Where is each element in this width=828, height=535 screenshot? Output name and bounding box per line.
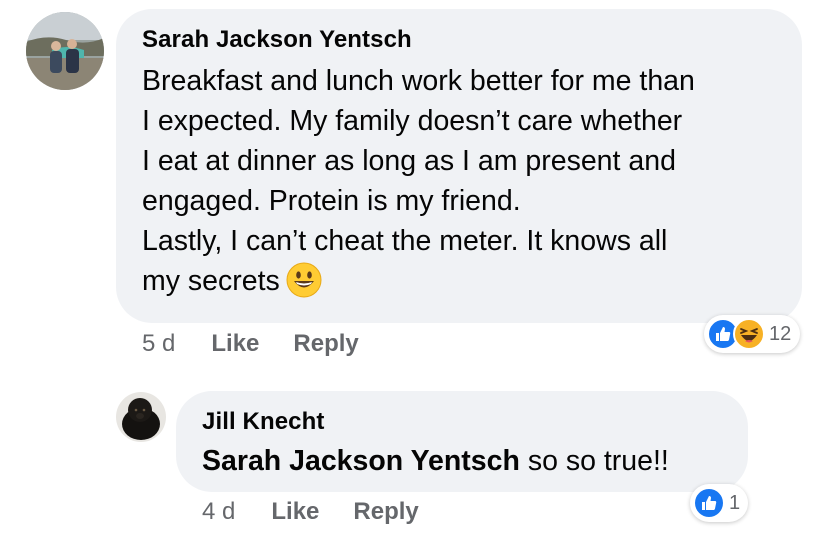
- like-icon: [693, 487, 725, 519]
- reaction-count: 12: [769, 322, 792, 345]
- reaction-count: 1: [729, 491, 741, 514]
- avatar[interactable]: [26, 12, 104, 90]
- grinning-face-emoji: [286, 262, 322, 303]
- mention-link[interactable]: Sarah Jackson Yentsch: [202, 445, 520, 477]
- like-button[interactable]: Like: [271, 498, 319, 526]
- reply-button[interactable]: Reply: [293, 330, 358, 358]
- comment-text: so so true!!: [527, 445, 669, 477]
- comment-actions: 4 d Like Reply: [202, 498, 419, 526]
- comment-author[interactable]: Jill Knecht: [202, 408, 722, 436]
- profile-photo: [26, 12, 104, 90]
- avatar[interactable]: [116, 392, 166, 442]
- comment-bubble: Jill Knecht Sarah Jackson Yentsch so so …: [176, 391, 748, 492]
- reaction-summary[interactable]: 12: [704, 315, 800, 353]
- comment-text: Breakfast and lunch work better for me t…: [142, 65, 695, 297]
- comment-author[interactable]: Sarah Jackson Yentsch: [142, 26, 776, 54]
- comment-body: Sarah Jackson Yentsch so so true!!: [202, 442, 722, 480]
- comment-bubble: Sarah Jackson Yentsch Breakfast and lunc…: [116, 9, 802, 323]
- comment-actions: 5 d Like Reply: [142, 330, 359, 358]
- reaction-summary[interactable]: 1: [690, 484, 748, 522]
- comment-timestamp[interactable]: 4 d: [202, 498, 235, 526]
- comment-body: Breakfast and lunch work better for me t…: [142, 61, 776, 303]
- like-button[interactable]: Like: [211, 330, 259, 358]
- comment-timestamp[interactable]: 5 d: [142, 330, 175, 358]
- reply-button[interactable]: Reply: [353, 498, 418, 526]
- haha-icon: [733, 318, 765, 350]
- profile-photo: [116, 392, 166, 442]
